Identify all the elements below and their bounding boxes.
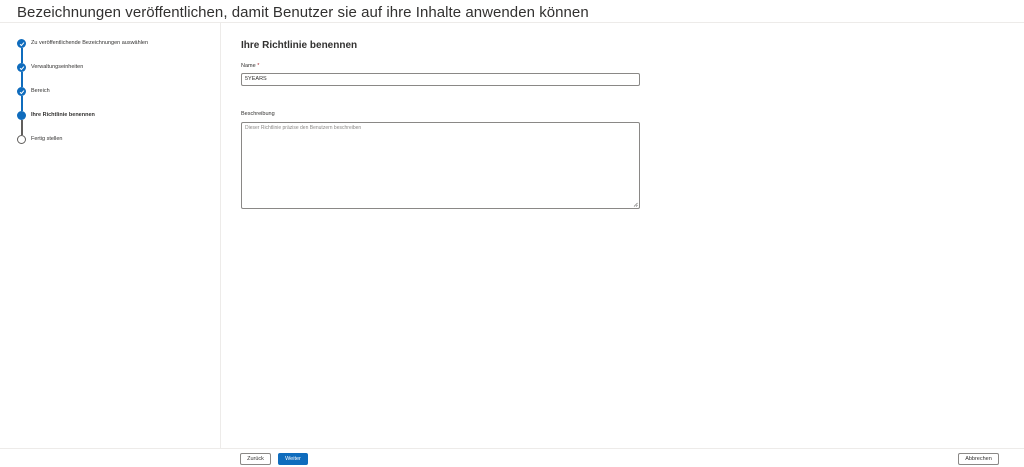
step-scope[interactable]: Bereich (17, 87, 217, 99)
wizard-footer: Zurück Weiter Abbrechen (0, 448, 1024, 467)
next-button[interactable]: Weiter (278, 453, 308, 465)
wizard-steps-sidebar: Zu veröffentlichende Bezeichnungen auswä… (0, 23, 221, 448)
step-admin-units[interactable]: Verwaltungseinheiten (17, 63, 217, 75)
step-name-policy[interactable]: Ihre Richtlinie benennen (17, 111, 217, 123)
name-input[interactable]: 5YEARS (241, 73, 640, 86)
description-textarea[interactable]: Dieser Richtlinie präzise den Benutzern … (241, 122, 640, 209)
step-label: Zu veröffentlichende Bezeichnungen auswä… (31, 40, 149, 46)
checkmark-icon (17, 39, 26, 48)
description-field-label: Beschreibung (241, 111, 275, 117)
cancel-button[interactable]: Abbrechen (958, 453, 999, 465)
name-field-label: Name * (241, 63, 260, 69)
page-header: Bezeichnungen veröffentlichen, damit Ben… (0, 0, 1024, 23)
step-label: Ihre Richtlinie benennen (31, 112, 95, 118)
page-title: Bezeichnungen veröffentlichen, damit Ben… (17, 4, 589, 21)
required-mark: * (257, 63, 260, 69)
empty-circle-icon (17, 135, 26, 144)
checkmark-icon (17, 63, 26, 72)
back-button[interactable]: Zurück (240, 453, 271, 465)
current-step-icon (17, 111, 26, 120)
description-placeholder: Dieser Richtlinie präzise den Benutzern … (245, 125, 362, 131)
step-label: Bereich (31, 88, 50, 94)
checkmark-icon (17, 87, 26, 96)
resize-handle-icon[interactable] (633, 202, 638, 207)
step-label: Fertig stellen (31, 136, 63, 142)
step-finish: Fertig stellen (17, 135, 217, 147)
step-select-labels[interactable]: Zu veröffentlichende Bezeichnungen auswä… (17, 39, 217, 51)
form-title: Ihre Richtlinie benennen (241, 40, 358, 51)
step-label: Verwaltungseinheiten (31, 64, 84, 70)
